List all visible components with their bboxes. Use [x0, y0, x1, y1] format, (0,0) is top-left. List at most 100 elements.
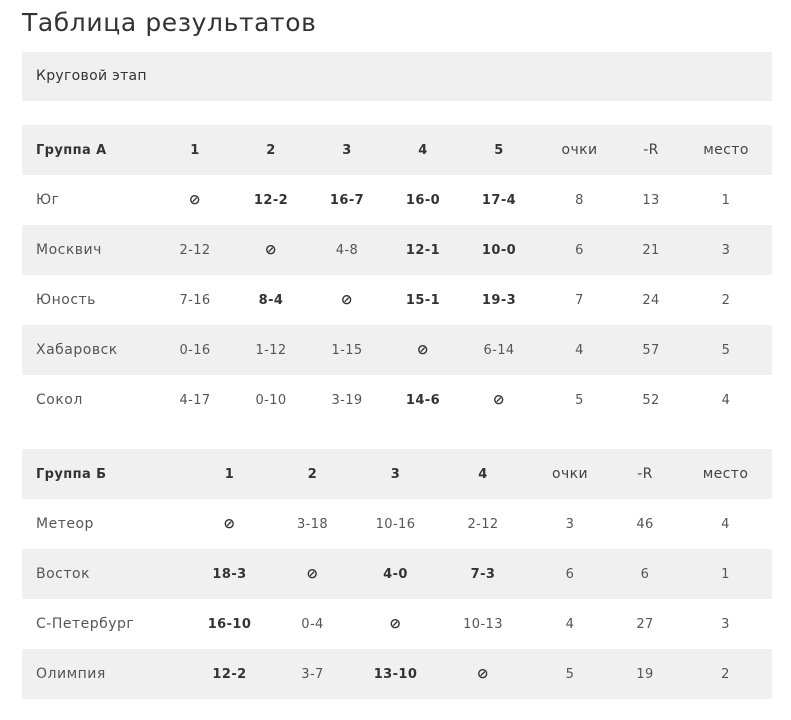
- score-cell: 7-16: [179, 292, 211, 308]
- score-cell: 1-15: [309, 325, 385, 375]
- points-cell: 5: [575, 392, 584, 408]
- col-5-header: 5: [461, 125, 537, 175]
- score-cell: 0-16: [157, 325, 233, 375]
- r-cell: 21: [622, 225, 680, 275]
- r-cell: 13: [642, 192, 660, 208]
- r-cell: 24: [642, 292, 660, 308]
- table-row: Восток 18-3 ⊘ 4-0 7-3 6 6 1: [22, 549, 772, 599]
- team-name: С-Петербург: [36, 616, 135, 632]
- table-row: Метеор ⊘ 3-18 10-16 2-12 3 46 4: [22, 499, 772, 549]
- points-cell: 8: [575, 192, 584, 208]
- score-cell: 10-13: [463, 616, 503, 632]
- score-cell: 4-17: [179, 392, 211, 408]
- table-row: Юг ⊘ 12-2 16-7 16-0 17-4 8 13 1: [22, 175, 772, 225]
- r-cell: 46: [636, 516, 654, 532]
- col-2-header: 2: [233, 125, 309, 175]
- group-b-header-row: Группа Б 1 2 3 4 очки -R место: [22, 449, 772, 499]
- score-cell: 2-12: [467, 516, 499, 532]
- stage-label: Круговой этап: [36, 68, 147, 84]
- team-name: Сокол: [36, 392, 83, 408]
- self-match-cell: ⊘: [389, 616, 402, 632]
- col-1-header: 1: [157, 125, 233, 175]
- score-cell: 4-0: [354, 549, 437, 599]
- score-cell: 16-0: [405, 192, 441, 208]
- table-row: Москвич 2-12 ⊘ 4-8 12-1 10-0 6 21 3: [22, 225, 772, 275]
- place-header: место: [679, 449, 772, 499]
- team-name: Юность: [36, 292, 96, 308]
- self-match-cell: ⊘: [437, 649, 529, 699]
- score-cell: 16-7: [329, 192, 365, 208]
- r-cell: 19: [611, 649, 679, 699]
- place-cell: 3: [680, 225, 772, 275]
- self-match-cell: ⊘: [492, 392, 506, 408]
- place-cell: 2: [679, 649, 772, 699]
- group-a-header-row: Группа А 1 2 3 4 5 очки -R место: [22, 125, 772, 175]
- self-match-cell: ⊘: [188, 192, 202, 208]
- points-cell: 6: [529, 549, 611, 599]
- score-cell: 17-4: [481, 192, 517, 208]
- place-cell: 3: [721, 616, 730, 632]
- page-title: Таблица результатов: [22, 8, 317, 37]
- team-name: Олимпия: [22, 649, 188, 699]
- team-name: Восток: [22, 549, 188, 599]
- r-header: -R: [611, 449, 679, 499]
- score-cell: 4-8: [309, 225, 385, 275]
- score-cell: 8-4: [258, 292, 284, 308]
- r-cell: 52: [642, 392, 660, 408]
- score-cell: 19-3: [481, 292, 517, 308]
- place-cell: 5: [680, 325, 772, 375]
- team-name: Юг: [36, 192, 60, 208]
- r-cell: 6: [611, 549, 679, 599]
- place-header: место: [680, 125, 772, 175]
- score-cell: 2-12: [157, 225, 233, 275]
- score-cell: 6-14: [461, 325, 537, 375]
- score-cell: 14-6: [405, 392, 441, 408]
- score-cell: 10-0: [461, 225, 537, 275]
- place-cell: 1: [721, 192, 731, 208]
- points-cell: 4: [565, 616, 575, 632]
- table-row: Хабаровск 0-16 1-12 1-15 ⊘ 6-14 4 57 5: [22, 325, 772, 375]
- score-cell: 16-10: [207, 616, 252, 632]
- place-cell: 4: [721, 392, 731, 408]
- col-1-header: 1: [188, 449, 271, 499]
- score-cell: 3-19: [331, 392, 363, 408]
- score-cell: 7-3: [437, 549, 529, 599]
- place-cell: 2: [721, 292, 731, 308]
- col-3-header: 3: [309, 125, 385, 175]
- table-row: Сокол 4-17 0-10 3-19 14-6 ⊘ 5 52 4: [22, 375, 772, 425]
- score-cell: 18-3: [188, 549, 271, 599]
- team-name: Метеор: [36, 516, 94, 532]
- col-4-header: 4: [437, 449, 529, 499]
- score-cell: 10-16: [375, 516, 416, 532]
- score-cell: 3-18: [296, 516, 329, 532]
- table-row: Юность 7-16 8-4 ⊘ 15-1 19-3 7 24 2: [22, 275, 772, 325]
- score-cell: 0-4: [301, 616, 324, 632]
- self-match-cell: ⊘: [223, 516, 236, 532]
- col-4-header: 4: [385, 125, 461, 175]
- group-a-name: Группа А: [22, 125, 157, 175]
- r-header: -R: [622, 125, 680, 175]
- col-3-header: 3: [354, 449, 437, 499]
- points-cell: 5: [529, 649, 611, 699]
- group-b-table: Группа Б 1 2 3 4 очки -R место Метеор ⊘ …: [22, 449, 772, 699]
- points-cell: 6: [537, 225, 622, 275]
- self-match-cell: ⊘: [271, 549, 354, 599]
- results-page: Таблица результатов Круговой этап Группа…: [0, 0, 791, 720]
- score-cell: 12-1: [385, 225, 461, 275]
- group-a-table: Группа А 1 2 3 4 5 очки -R место Юг ⊘ 12…: [22, 125, 772, 425]
- score-cell: 3-7: [271, 649, 354, 699]
- points-header: очки: [529, 449, 611, 499]
- points-cell: 4: [537, 325, 622, 375]
- score-cell: 15-1: [405, 292, 441, 308]
- team-name: Москвич: [22, 225, 157, 275]
- points-header: очки: [537, 125, 622, 175]
- r-cell: 57: [622, 325, 680, 375]
- score-cell: 0-10: [255, 392, 287, 408]
- self-match-cell: ⊘: [385, 325, 461, 375]
- score-cell: 13-10: [354, 649, 437, 699]
- place-cell: 1: [679, 549, 772, 599]
- points-cell: 7: [575, 292, 584, 308]
- team-name: Хабаровск: [22, 325, 157, 375]
- self-match-cell: ⊘: [340, 292, 354, 308]
- self-match-cell: ⊘: [233, 225, 309, 275]
